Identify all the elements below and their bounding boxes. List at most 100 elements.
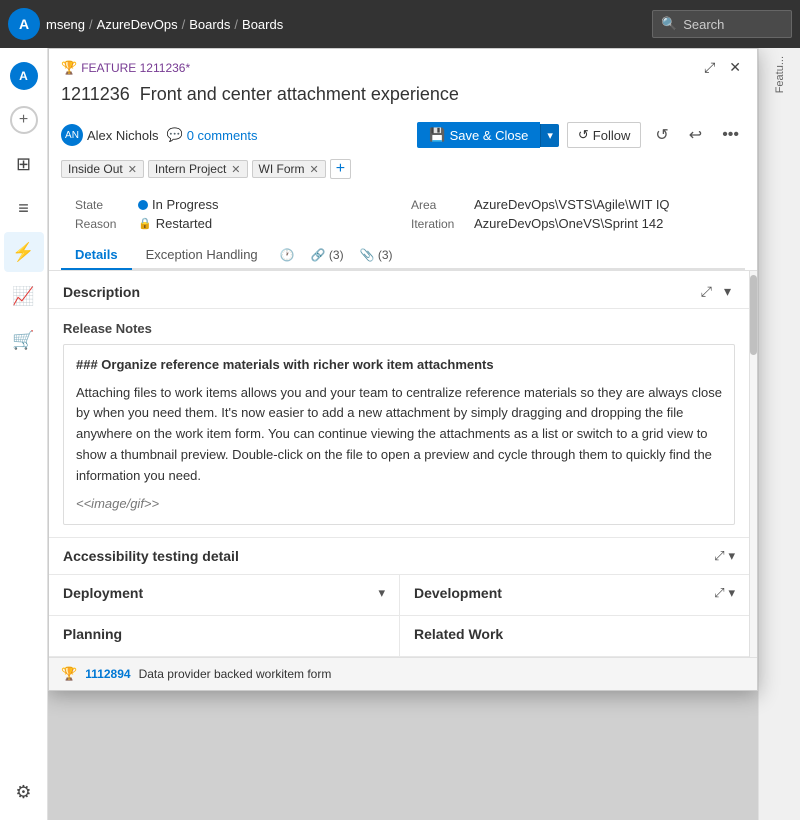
save-close-group: 💾 Save & Close ▾ [417,122,558,148]
tag-close-wi-form[interactable]: ✕ [310,163,319,176]
save-close-button[interactable]: 💾 Save & Close [417,122,540,148]
description-heading: ### Organize reference materials with ri… [76,355,722,375]
feature-badge-text: FEATURE 1211236* [81,61,190,75]
area-value[interactable]: AzureDevOps\VSTS\Agile\WIT IQ [474,197,670,212]
user-avatar: A [10,62,38,90]
add-tag-button[interactable]: + [330,159,351,179]
modal-header: 🏆 FEATURE 1211236* ⤢ ✕ 1211236 Front and… [49,49,757,271]
sidebar-item-analytics[interactable]: 📈 [4,276,44,316]
deployment-development-sections: Deployment ▾ Development [49,575,749,616]
tab-history[interactable]: 🕐 [272,242,303,268]
tag-close-inside-out[interactable]: ✕ [128,163,137,176]
backlogs-icon: ≡ [18,198,29,219]
development-chevron-icon[interactable]: ▾ [728,585,735,601]
modal-scrollbar[interactable] [749,271,757,657]
task-text: Data provider backed workitem form [139,667,332,681]
modal-controls: ⤢ ✕ [700,57,745,78]
comments-count: 0 comments [187,128,258,143]
follow-button[interactable]: ↺ Follow [567,122,641,148]
work-item-modal: 🏆 FEATURE 1211236* ⤢ ✕ 1211236 Front and… [48,48,758,691]
state-indicator [138,200,148,210]
accessibility-chevron-icon: ▾ [728,548,735,564]
deployment-chevron-icon[interactable]: ▾ [378,585,385,601]
sidebar-item-backlogs[interactable]: ≡ [4,188,44,228]
tab-links[interactable]: 🔗 (3) [303,242,352,268]
sidebar-item-queries[interactable]: ⚡ [4,232,44,272]
lock-icon: 🔒 [138,217,152,230]
planning-header: Planning [63,626,385,642]
tag-wi-form: WI Form ✕ [252,160,326,178]
save-icon: 💾 [429,127,445,143]
tab-attachments[interactable]: 📎 (3) [352,242,401,268]
right-panel-label: Featu... [774,56,786,101]
related-work-title: Related Work [414,626,503,642]
breadcrumb-boards-1[interactable]: Boards [189,17,230,32]
breadcrumb-mseng[interactable]: mseng [46,17,85,32]
breadcrumb-azuredevops[interactable]: AzureDevOps [97,17,178,32]
reason-value[interactable]: 🔒 Restarted [138,216,212,231]
boards-icon: ⊞ [16,154,31,175]
development-header: Development ⤢ ▾ [414,585,735,601]
state-value[interactable]: In Progress [138,197,218,212]
description-collapse-button[interactable]: ▾ [720,281,735,302]
bottom-task: 🏆 1112894 Data provider backed workitem … [49,657,757,690]
reason-row: Reason 🔒 Restarted [75,216,395,231]
top-navigation: A mseng / AzureDevOps / Boards / Boards … [0,0,800,48]
planning-related-sections: Planning Related Work [49,616,749,657]
planning-title: Planning [63,626,122,642]
iteration-value[interactable]: AzureDevOps\OneVS\Sprint 142 [474,216,663,231]
iteration-row: Iteration AzureDevOps\OneVS\Sprint 142 [411,216,731,231]
search-placeholder: Search [683,17,724,32]
task-trophy-icon: 🏆 [61,666,77,682]
work-item-title[interactable]: Front and center attachment experience [140,84,459,105]
refresh-button[interactable]: ↺ [649,121,674,149]
tab-exception-handling[interactable]: Exception Handling [132,241,272,270]
save-close-label: Save & Close [450,128,529,143]
assignee-name[interactable]: Alex Nichols [87,128,159,143]
sidebar-item-extensions[interactable]: 🛒 [4,320,44,360]
planning-section: Planning [49,616,399,656]
sidebar-add[interactable]: + [4,100,44,140]
state-label: State [75,198,130,212]
expand-button[interactable]: ⤢ [700,57,719,78]
accessibility-header[interactable]: Accessibility testing detail ⤢ ▾ [49,538,749,574]
deployment-title: Deployment [63,585,143,601]
save-dropdown-button[interactable]: ▾ [540,124,559,147]
description-placeholder: <<image/gif>> [76,496,159,511]
sidebar-item-settings[interactable]: ⚙ [4,772,44,812]
description-text: Attaching files to work items allows you… [76,383,722,487]
description-box[interactable]: ### Organize reference materials with ri… [63,344,735,525]
task-id[interactable]: 1112894 [85,667,130,681]
deployment-icon: ▾ [378,585,385,601]
search-box[interactable]: 🔍 Search [652,10,792,38]
sidebar-item-boards[interactable]: ⊞ [4,144,44,184]
breadcrumb: mseng / AzureDevOps / Boards / Boards [46,17,283,32]
sidebar: A + ⊞ ≡ ⚡ 📈 🛒 ⚙ [0,48,48,820]
modal-body[interactable]: Description ⤢ ▾ Release Notes ### Organi… [49,271,749,657]
accessibility-icons: ⤢ ▾ [714,548,735,564]
more-options-button[interactable]: ••• [716,122,745,148]
modal-tabs: Details Exception Handling 🕐 🔗 (3) 📎 (3) [61,241,745,270]
development-section: Development ⤢ ▾ [399,575,749,615]
queries-icon: ⚡ [12,242,34,263]
description-inner: Release Notes ### Organize reference mat… [49,309,749,537]
right-panel: Featu... [758,48,800,820]
deployment-section: Deployment ▾ [49,575,399,615]
modal-toolbar: AN Alex Nichols 💬 0 comments 💾 Save & Cl… [61,115,745,155]
close-button[interactable]: ✕ [725,57,745,78]
sidebar-avatar[interactable]: A [4,56,44,96]
description-expand-button[interactable]: ⤢ [697,281,716,302]
analytics-icon: 📈 [12,286,34,307]
reason-label: Reason [75,217,130,231]
development-icon: ⤢ ▾ [714,585,735,601]
undo-button[interactable]: ↩ [683,121,708,149]
tab-details[interactable]: Details [61,241,132,270]
breadcrumb-boards-2[interactable]: Boards [242,17,283,32]
app-logo: A [8,8,40,40]
assignee-avatar: AN [61,124,83,146]
comments-button[interactable]: 💬 0 comments [167,127,258,143]
tag-close-intern-project[interactable]: ✕ [231,163,240,176]
description-title: Description [63,284,140,300]
follow-icon: ↺ [578,127,589,143]
extensions-icon: 🛒 [12,330,34,351]
